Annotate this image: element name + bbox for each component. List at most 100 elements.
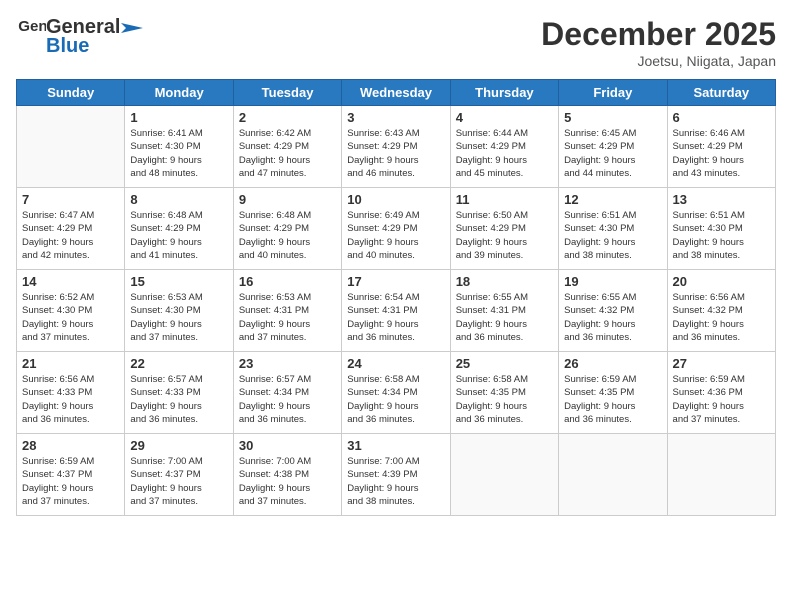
day-info: Sunrise: 6:58 AMSunset: 4:35 PMDaylight:… — [456, 373, 553, 426]
day-number: 6 — [673, 110, 770, 125]
day-cell: 17 Sunrise: 6:54 AMSunset: 4:31 PMDayligh… — [342, 270, 450, 352]
day-cell: 12Sunrise: 6:51 AMSunset: 4:30 PMDayligh… — [559, 188, 667, 270]
day-cell: 6Sunrise: 6:46 AMSunset: 4:29 PMDaylight… — [667, 106, 775, 188]
day-cell: 14 Sunrise: 6:52 AMSunset: 4:30 PMDayligh… — [17, 270, 125, 352]
day-cell: 4Sunrise: 6:44 AMSunset: 4:29 PMDaylight… — [450, 106, 558, 188]
weekday-friday: Friday — [559, 80, 667, 106]
day-number: 29 — [130, 438, 227, 453]
day-info: Sunrise: 6:54 AMSunset: 4:31 PMDaylight:… — [347, 291, 444, 344]
week-row-2: 7Sunrise: 6:47 AMSunset: 4:29 PMDaylight… — [17, 188, 776, 270]
week-row-1: 1 Sunrise: 6:41 AMSunset: 4:30 PMDaylight… — [17, 106, 776, 188]
day-cell: 19Sunrise: 6:55 AMSunset: 4:32 PMDayligh… — [559, 270, 667, 352]
logo-icon: General — [18, 16, 46, 38]
location: Joetsu, Niigata, Japan — [541, 53, 776, 69]
day-cell: 26Sunrise: 6:59 AMSunset: 4:35 PMDayligh… — [559, 352, 667, 434]
day-number: 21 — [22, 356, 119, 371]
logo-text-block: General Blue — [46, 16, 144, 58]
day-cell: 15 Sunrise: 6:53 AMSunset: 4:30 PMDayligh… — [125, 270, 233, 352]
month-title: December 2025 — [541, 16, 776, 53]
day-number: 30 — [239, 438, 336, 453]
day-number: 31 — [347, 438, 444, 453]
day-info: Sunrise: 6:53 AMSunset: 4:31 PMDaylight:… — [239, 291, 336, 344]
day-number: 17 — [347, 274, 444, 289]
day-cell: 7Sunrise: 6:47 AMSunset: 4:29 PMDaylight… — [17, 188, 125, 270]
weekday-monday: Monday — [125, 80, 233, 106]
day-info: Sunrise: 7:00 AMSunset: 4:37 PMDaylight:… — [130, 455, 227, 508]
title-section: December 2025 Joetsu, Niigata, Japan — [541, 16, 776, 69]
day-cell: 20Sunrise: 6:56 AMSunset: 4:32 PMDayligh… — [667, 270, 775, 352]
day-cell: 18 Sunrise: 6:55 AMSunset: 4:31 PMDayligh… — [450, 270, 558, 352]
day-cell: 25 Sunrise: 6:58 AMSunset: 4:35 PMDayligh… — [450, 352, 558, 434]
day-number: 16 — [239, 274, 336, 289]
day-cell: 31Sunrise: 7:00 AMSunset: 4:39 PMDayligh… — [342, 434, 450, 516]
day-cell: 22Sunrise: 6:57 AMSunset: 4:33 PMDayligh… — [125, 352, 233, 434]
day-info: Sunrise: 6:52 AMSunset: 4:30 PMDaylight:… — [22, 291, 119, 344]
day-number: 5 — [564, 110, 661, 125]
day-cell: 1 Sunrise: 6:41 AMSunset: 4:30 PMDaylight… — [125, 106, 233, 188]
day-info: Sunrise: 6:43 AMSunset: 4:29 PMDaylight:… — [347, 127, 444, 180]
day-cell — [450, 434, 558, 516]
day-number: 1 — [130, 110, 227, 125]
day-cell: 29 Sunrise: 7:00 AMSunset: 4:37 PMDayligh… — [125, 434, 233, 516]
day-number: 20 — [673, 274, 770, 289]
day-number: 23 — [239, 356, 336, 371]
day-info: Sunrise: 6:55 AMSunset: 4:31 PMDaylight:… — [456, 291, 553, 344]
day-info: Sunrise: 6:48 AMSunset: 4:29 PMDaylight:… — [239, 209, 336, 262]
logo: General — [16, 16, 46, 38]
day-info: Sunrise: 6:41 AMSunset: 4:30 PMDaylight:… — [130, 127, 227, 180]
day-cell: 21 Sunrise: 6:56 AMSunset: 4:33 PMDayligh… — [17, 352, 125, 434]
day-cell: 30 Sunrise: 7:00 AMSunset: 4:38 PMDayligh… — [233, 434, 341, 516]
logo-blue: Blue — [46, 35, 89, 58]
day-number: 12 — [564, 192, 661, 207]
day-cell: 3Sunrise: 6:43 AMSunset: 4:29 PMDaylight… — [342, 106, 450, 188]
day-cell: 28 Sunrise: 6:59 AMSunset: 4:37 PMDayligh… — [17, 434, 125, 516]
day-cell — [17, 106, 125, 188]
day-number: 19 — [564, 274, 661, 289]
day-number: 13 — [673, 192, 770, 207]
day-number: 2 — [239, 110, 336, 125]
day-cell — [667, 434, 775, 516]
day-info: Sunrise: 7:00 AMSunset: 4:38 PMDaylight:… — [239, 455, 336, 508]
week-row-5: 28 Sunrise: 6:59 AMSunset: 4:37 PMDayligh… — [17, 434, 776, 516]
day-info: Sunrise: 6:50 AMSunset: 4:29 PMDaylight:… — [456, 209, 553, 262]
day-info: Sunrise: 6:59 AMSunset: 4:37 PMDaylight:… — [22, 455, 119, 508]
day-cell: 9 Sunrise: 6:48 AMSunset: 4:29 PMDaylight… — [233, 188, 341, 270]
day-number: 24 — [347, 356, 444, 371]
day-info: Sunrise: 6:58 AMSunset: 4:34 PMDaylight:… — [347, 373, 444, 426]
week-row-3: 14 Sunrise: 6:52 AMSunset: 4:30 PMDayligh… — [17, 270, 776, 352]
day-cell: 16 Sunrise: 6:53 AMSunset: 4:31 PMDayligh… — [233, 270, 341, 352]
day-info: Sunrise: 6:59 AMSunset: 4:35 PMDaylight:… — [564, 373, 661, 426]
day-number: 14 — [22, 274, 119, 289]
day-cell: 10Sunrise: 6:49 AMSunset: 4:29 PMDayligh… — [342, 188, 450, 270]
day-cell: 8Sunrise: 6:48 AMSunset: 4:29 PMDaylight… — [125, 188, 233, 270]
weekday-header-row: SundayMondayTuesdayWednesdayThursdayFrid… — [17, 80, 776, 106]
day-number: 27 — [673, 356, 770, 371]
day-number: 25 — [456, 356, 553, 371]
day-number: 18 — [456, 274, 553, 289]
day-info: Sunrise: 6:59 AMSunset: 4:36 PMDaylight:… — [673, 373, 770, 426]
logo-bird-icon — [121, 19, 143, 37]
day-cell: 2 Sunrise: 6:42 AMSunset: 4:29 PMDaylight… — [233, 106, 341, 188]
day-number: 8 — [130, 192, 227, 207]
day-number: 22 — [130, 356, 227, 371]
day-number: 9 — [239, 192, 336, 207]
day-number: 11 — [456, 192, 553, 207]
day-number: 15 — [130, 274, 227, 289]
day-cell: 11 Sunrise: 6:50 AMSunset: 4:29 PMDayligh… — [450, 188, 558, 270]
day-info: Sunrise: 6:53 AMSunset: 4:30 PMDaylight:… — [130, 291, 227, 344]
day-info: Sunrise: 6:56 AMSunset: 4:33 PMDaylight:… — [22, 373, 119, 426]
day-number: 7 — [22, 192, 119, 207]
day-cell: 5Sunrise: 6:45 AMSunset: 4:29 PMDaylight… — [559, 106, 667, 188]
weekday-tuesday: Tuesday — [233, 80, 341, 106]
calendar-container: General General Blue December 2025 Joets… — [0, 0, 792, 612]
day-cell: 23Sunrise: 6:57 AMSunset: 4:34 PMDayligh… — [233, 352, 341, 434]
day-info: Sunrise: 6:44 AMSunset: 4:29 PMDaylight:… — [456, 127, 553, 180]
weekday-wednesday: Wednesday — [342, 80, 450, 106]
day-cell: 24 Sunrise: 6:58 AMSunset: 4:34 PMDayligh… — [342, 352, 450, 434]
svg-text:General: General — [18, 18, 46, 35]
header: General General Blue December 2025 Joets… — [16, 16, 776, 69]
day-number: 10 — [347, 192, 444, 207]
day-info: Sunrise: 6:42 AMSunset: 4:29 PMDaylight:… — [239, 127, 336, 180]
day-number: 28 — [22, 438, 119, 453]
calendar-table: SundayMondayTuesdayWednesdayThursdayFrid… — [16, 79, 776, 516]
